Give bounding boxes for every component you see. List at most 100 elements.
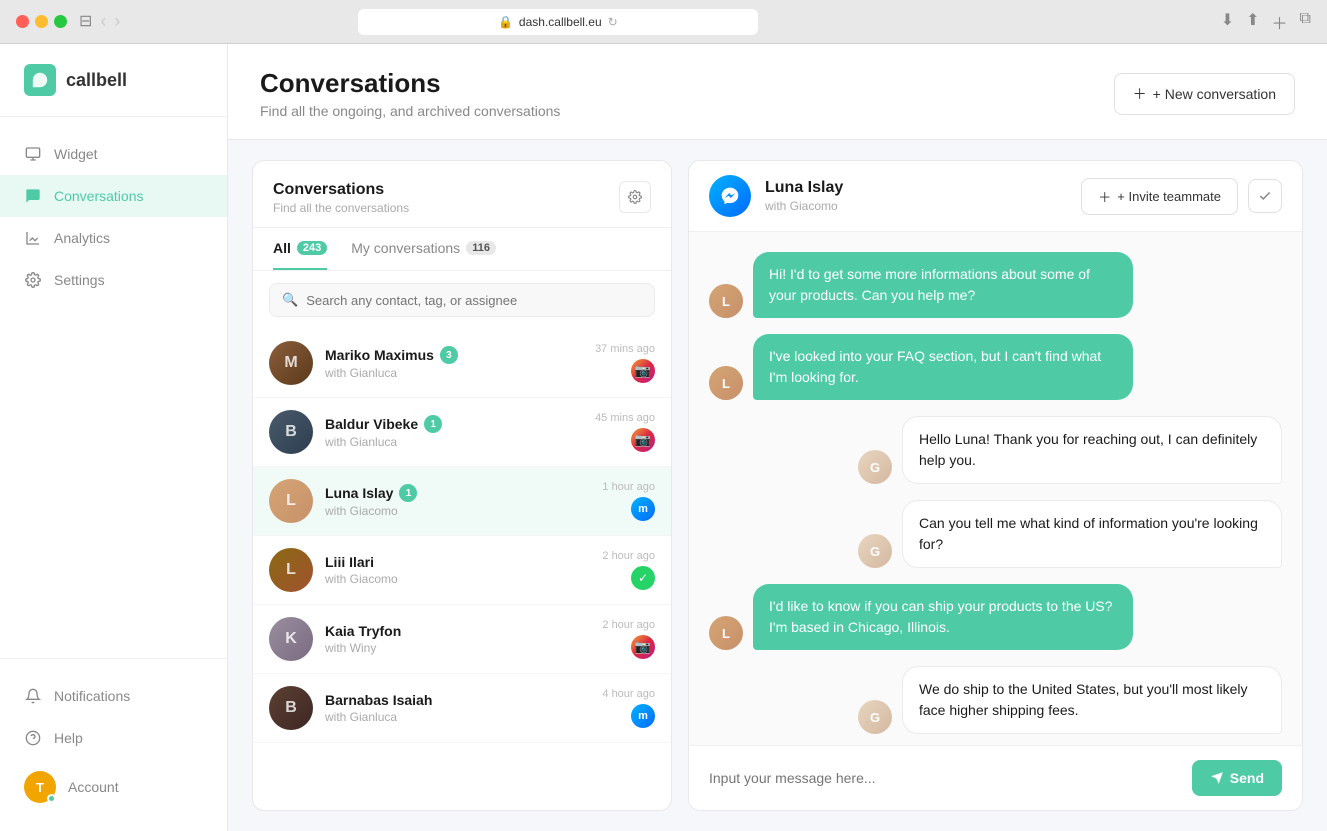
conversations-panel: Conversations Find all the conversations… [252, 160, 672, 811]
avatar: L [709, 366, 743, 400]
conv-name-row: Barnabas Isaiah [325, 692, 590, 708]
conv-time: 2 hour ago [602, 550, 655, 562]
sidebar-item-label-notifications: Notifications [54, 688, 130, 704]
avatar: K [269, 617, 313, 661]
check-button[interactable] [1248, 179, 1282, 213]
conv-panel-header: Conversations Find all the conversations [253, 161, 671, 228]
message-bubble: Hi! I'd to get some more informations ab… [753, 252, 1133, 318]
conv-name: Luna Islay [325, 485, 393, 501]
conv-sub: with Gianluca [325, 366, 583, 380]
chat-actions: ＋ + Invite teammate [1081, 178, 1282, 215]
chat-icon [24, 187, 42, 205]
new-conversation-button[interactable]: ＋ + New conversation [1114, 73, 1295, 115]
page-header: Conversations Find all the ongoing, and … [228, 44, 1327, 140]
close-window-button[interactable] [16, 15, 29, 28]
refresh-icon[interactable]: ↻ [608, 15, 618, 29]
browser-chrome: ⊟ ‹ › 🔒 dash.callbell.eu ↻ ⬇ ⬆ ＋ ⧉ [0, 0, 1327, 44]
app: callbell Widget Conversations Analytics [0, 44, 1327, 831]
sidebar-item-label-settings: Settings [54, 272, 105, 288]
settings-button[interactable] [619, 181, 651, 213]
sidebar-item-widget[interactable]: Widget [0, 133, 227, 175]
browser-nav-controls[interactable]: ⊟ ‹ › [79, 11, 120, 32]
list-item[interactable]: B Barnabas Isaiah with Gianluca 4 hour a… [253, 674, 671, 743]
conv-name-row: Mariko Maximus 3 [325, 346, 583, 364]
avatar: B [269, 686, 313, 730]
search-input[interactable] [306, 293, 642, 308]
forward-icon[interactable]: › [114, 11, 120, 32]
sidebar-item-account[interactable]: T Account [0, 759, 227, 815]
new-tab-icon[interactable]: ＋ [1272, 10, 1288, 34]
conv-sub: with Giacomo [325, 504, 590, 518]
conv-time: 37 mins ago [595, 343, 655, 355]
gear-icon [24, 271, 42, 289]
conv-meta: 37 mins ago 📷 [595, 343, 655, 383]
conv-badge: 3 [440, 346, 458, 364]
message-row: Hello Luna! Thank you for reaching out, … [709, 416, 1282, 484]
security-icon: 🔒 [498, 15, 513, 29]
avatar: G [858, 450, 892, 484]
sidebar-toggle-icon[interactable]: ⊟ [79, 11, 92, 32]
list-item[interactable]: L Liii Ilari with Giacomo 2 hour ago ✓ [253, 536, 671, 605]
chat-input-area: Send [689, 745, 1302, 810]
conv-meta: 4 hour ago m [602, 688, 655, 728]
sidebar-nav: Widget Conversations Analytics Settings [0, 117, 227, 658]
list-item[interactable]: B Baldur Vibeke 1 with Gianluca 45 mins … [253, 398, 671, 467]
message-bubble: I've looked into your FAQ section, but I… [753, 334, 1133, 400]
sidebar-item-label-account: Account [68, 779, 119, 795]
invite-label: + Invite teammate [1117, 189, 1221, 204]
conv-panel-subtitle: Find all the conversations [273, 201, 409, 215]
sidebar-item-settings[interactable]: Settings [0, 259, 227, 301]
sidebar: callbell Widget Conversations Analytics [0, 44, 228, 831]
tab-all[interactable]: All 243 [273, 228, 327, 270]
tab-my-conversations[interactable]: My conversations 116 [351, 228, 496, 270]
whatsapp-icon: ✓ [631, 566, 655, 590]
monitor-icon [24, 145, 42, 163]
avatar: L [709, 284, 743, 318]
list-item[interactable]: L Luna Islay 1 with Giacomo 1 hour ago m [253, 467, 671, 536]
tabs-icon[interactable]: ⧉ [1300, 10, 1311, 34]
conv-name: Mariko Maximus [325, 347, 434, 363]
message-bubble: Can you tell me what kind of information… [902, 500, 1282, 568]
invite-teammate-button[interactable]: ＋ + Invite teammate [1081, 178, 1238, 215]
list-item[interactable]: K Kaia Tryfon with Winy 2 hour ago 📷 [253, 605, 671, 674]
conv-time: 4 hour ago [602, 688, 655, 700]
conv-time: 1 hour ago [602, 481, 655, 493]
maximize-window-button[interactable] [54, 15, 67, 28]
chat-header: Luna Islay with Giacomo ＋ + Invite teamm… [689, 161, 1302, 232]
sidebar-item-conversations[interactable]: Conversations [0, 175, 227, 217]
sidebar-item-analytics[interactable]: Analytics [0, 217, 227, 259]
instagram-icon: 📷 [631, 359, 655, 383]
conv-tabs: All 243 My conversations 116 [253, 228, 671, 271]
instagram-icon: 📷 [631, 428, 655, 452]
sidebar-logo: callbell [0, 44, 227, 117]
conv-meta: 2 hour ago 📷 [602, 619, 655, 659]
messenger-platform-icon [709, 175, 751, 217]
send-button[interactable]: Send [1192, 760, 1282, 796]
chat-contact-info: Luna Islay with Giacomo [765, 179, 1067, 213]
conv-info: Barnabas Isaiah with Gianluca [325, 692, 590, 724]
share-icon[interactable]: ⬆ [1246, 10, 1259, 34]
address-bar[interactable]: 🔒 dash.callbell.eu ↻ [358, 9, 758, 35]
conv-sub: with Winy [325, 641, 590, 655]
message-bubble: Hello Luna! Thank you for reaching out, … [902, 416, 1282, 484]
conv-badge: 1 [399, 484, 417, 502]
back-icon[interactable]: ‹ [100, 11, 106, 32]
conv-name-row: Liii Ilari [325, 554, 590, 570]
conv-name-row: Luna Islay 1 [325, 484, 590, 502]
conv-meta: 2 hour ago ✓ [602, 550, 655, 590]
sidebar-item-help[interactable]: Help [0, 717, 227, 759]
sidebar-item-notifications[interactable]: Notifications [0, 675, 227, 717]
message-input[interactable] [709, 770, 1182, 786]
list-item[interactable]: M Mariko Maximus 3 with Gianluca 37 mins… [253, 329, 671, 398]
search-bar[interactable]: 🔍 [269, 283, 655, 317]
search-icon: 🔍 [282, 292, 298, 308]
conv-info: Luna Islay 1 with Giacomo [325, 484, 590, 518]
conv-time: 2 hour ago [602, 619, 655, 631]
sidebar-item-label-help: Help [54, 730, 83, 746]
conv-name: Barnabas Isaiah [325, 692, 432, 708]
header-text: Conversations Find all the ongoing, and … [260, 68, 560, 119]
browser-actions[interactable]: ⬇ ⬆ ＋ ⧉ [1221, 10, 1311, 34]
download-icon[interactable]: ⬇ [1221, 10, 1234, 34]
minimize-window-button[interactable] [35, 15, 48, 28]
conv-info: Liii Ilari with Giacomo [325, 554, 590, 586]
